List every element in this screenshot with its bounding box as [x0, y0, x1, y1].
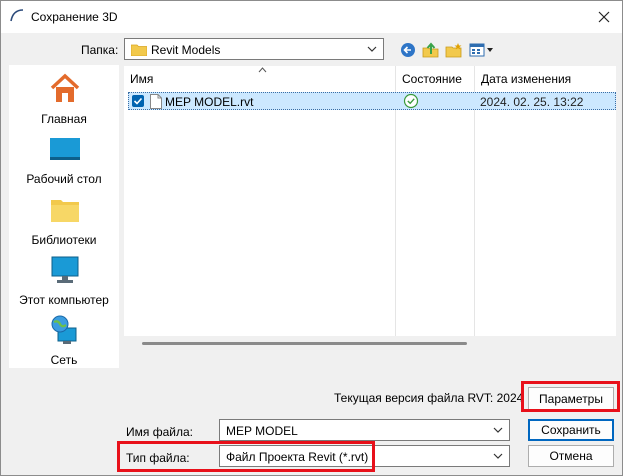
version-text: Текущая версия файла RVT: 2024: [334, 391, 524, 405]
save-button[interactable]: Сохранить: [528, 419, 614, 441]
row-checkbox[interactable]: [132, 95, 144, 107]
desktop-icon: [50, 138, 80, 160]
checkmark-icon: [133, 97, 143, 105]
views-menu-icon: [469, 43, 493, 57]
folder-dropdown[interactable]: Revit Models: [124, 38, 384, 60]
column-header-name[interactable]: Имя: [124, 66, 395, 91]
title-bar: Сохранение 3D: [1, 1, 622, 33]
place-label: Рабочий стол: [26, 172, 102, 186]
chevron-down-icon: [367, 46, 377, 52]
column-header-label: Состояние: [402, 72, 462, 86]
folder-label: Папка:: [81, 43, 119, 57]
filename-label: Имя файла:: [126, 425, 193, 439]
place-home[interactable]: Главная: [9, 71, 119, 131]
horizontal-scrollbar[interactable]: [142, 342, 467, 345]
place-desktop[interactable]: Рабочий стол: [9, 131, 119, 191]
file-date: 2024. 02. 25. 13:22: [480, 95, 584, 109]
place-this-computer[interactable]: Этот компьютер: [9, 252, 119, 312]
places-bar: Главная Рабочий стол Библиотеки Этот ком…: [9, 65, 119, 368]
up-folder-icon: [422, 42, 439, 58]
highlight-box-filetype: [117, 441, 375, 472]
column-header-label: Дата изменения: [481, 72, 572, 86]
close-button[interactable]: [586, 1, 622, 33]
column-header-date[interactable]: Дата изменения: [475, 66, 616, 91]
filename-value: MEP MODEL: [226, 424, 298, 438]
highlight-box-options: [521, 381, 620, 412]
column-header-state[interactable]: Состояние: [396, 66, 474, 91]
place-label: Библиотеки: [31, 233, 97, 247]
revit-arc-icon: [10, 9, 24, 22]
folder-icon: [131, 44, 147, 56]
save-3d-dialog: Сохранение 3D Папка: Revit Models Главна…: [0, 0, 623, 476]
computer-icon: [51, 256, 79, 283]
folder-value: Revit Models: [151, 43, 221, 57]
sync-status-check-icon: [403, 93, 419, 109]
place-label: Главная: [41, 112, 87, 126]
up-folder-button[interactable]: [422, 41, 440, 59]
chevron-down-icon: [493, 453, 503, 459]
place-label: Сеть: [50, 353, 78, 367]
back-button[interactable]: [399, 41, 417, 59]
column-header-label: Имя: [130, 72, 154, 86]
views-menu-button[interactable]: [468, 41, 496, 59]
libraries-icon: [51, 200, 79, 222]
cancel-button[interactable]: Отмена: [528, 445, 614, 467]
chevron-down-icon[interactable]: [493, 426, 503, 434]
new-folder-button[interactable]: [445, 41, 463, 59]
place-libraries[interactable]: Библиотеки: [9, 192, 119, 252]
place-label: Этот компьютер: [19, 293, 109, 307]
new-folder-icon: [445, 43, 462, 58]
file-list[interactable]: Имя Состояние Дата изменения MEP MODEL.r…: [124, 65, 616, 336]
file-row[interactable]: MEP MODEL.rvt 2024. 02. 25. 13:22: [128, 92, 616, 110]
back-arrow-icon: [401, 43, 415, 57]
file-name: MEP MODEL.rvt: [165, 95, 254, 109]
network-icon: [51, 315, 77, 344]
close-icon: [598, 11, 610, 23]
home-icon: [50, 73, 80, 102]
place-network[interactable]: Сеть: [9, 312, 119, 372]
file-icon: [150, 94, 162, 109]
filename-input[interactable]: MEP MODEL: [219, 419, 510, 441]
window-title: Сохранение 3D: [31, 10, 118, 24]
